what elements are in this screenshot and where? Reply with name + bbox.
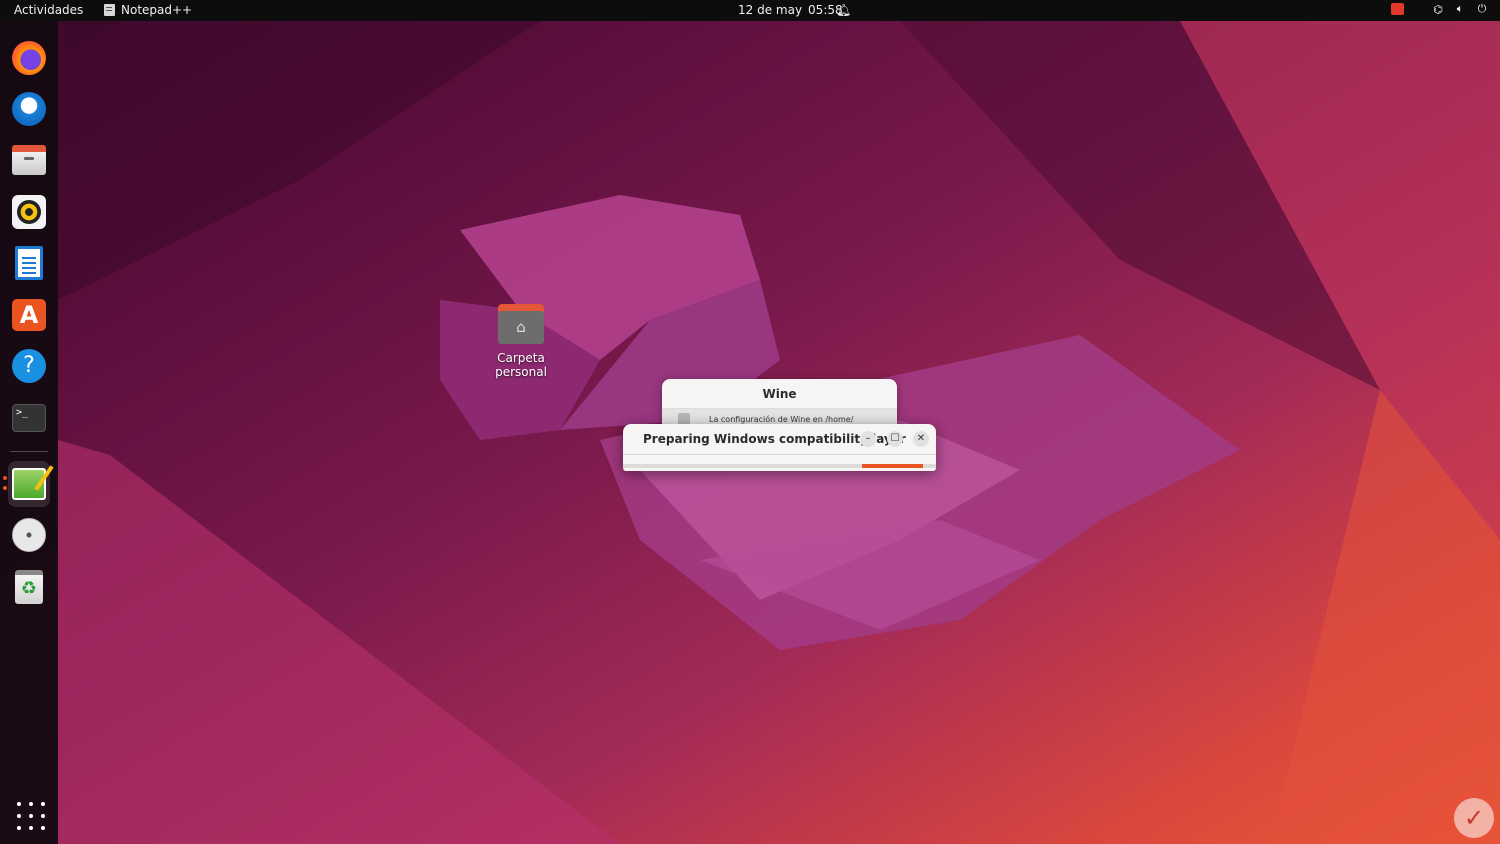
writer-icon [15,246,43,280]
close-button[interactable]: ✕ [913,431,929,447]
activities-button[interactable]: Actividades [14,3,83,17]
rhythmbox-icon [12,195,46,229]
progress-bar-fill [862,464,924,468]
dock: A ? >_ ♻ [0,21,58,844]
dock-item-trash[interactable]: ♻ [8,566,50,608]
progress-dialog-divider [623,454,936,455]
app-menu-label: Notepad++ [121,3,193,17]
dock-item-optical-disc[interactable] [8,514,50,556]
dock-item-software-store[interactable]: A [8,294,50,336]
home-folder-label: Carpeta personal [495,351,547,379]
software-store-icon: A [12,299,46,331]
notepad-plus-plus-icon [12,468,46,500]
home-folder-icon: ⌂ [498,304,544,344]
home-folder-desktop-icon[interactable]: ⌂ Carpeta personal [470,304,572,379]
show-applications-button[interactable] [8,793,50,835]
system-tray[interactable]: ⌬ 🔈︎ ⏻ [1391,2,1488,16]
dock-item-notepad-plus-plus[interactable] [8,461,50,507]
show-applications-icon [15,800,45,830]
clock-date: 12 de may [738,3,803,17]
notification-bell-icon[interactable]: 🔔︎ [836,3,851,17]
wine-dialog-message: La configuración de Wine en /home/ [709,415,854,424]
top-bar: Actividades Notepad++ 12 de may 05:58 🔔︎… [0,0,1500,21]
screen-recording-icon[interactable] [1391,3,1404,15]
volume-icon[interactable]: 🔈︎ [1454,2,1466,16]
dock-item-rhythmbox[interactable] [8,191,50,233]
thunderbird-icon [12,92,46,126]
watermark-logo: ✓ [1454,798,1494,838]
app-menu[interactable]: Notepad++ [104,3,192,17]
dock-separator [10,451,48,452]
files-icon [12,145,46,175]
dock-item-files[interactable] [8,139,50,181]
dock-item-terminal[interactable]: >_ [8,397,50,439]
clock[interactable]: 12 de may 05:58 [738,3,843,17]
firefox-icon [12,41,46,75]
power-icon[interactable]: ⏻ [1476,2,1488,16]
dock-item-writer[interactable] [8,242,50,284]
running-indicator [3,476,7,490]
progress-bar [623,464,936,468]
minimize-button[interactable]: – [860,431,876,447]
dock-item-firefox[interactable] [8,37,50,79]
terminal-icon: >_ [12,404,46,432]
notepad-app-icon [104,4,115,16]
dock-item-thunderbird[interactable] [8,88,50,130]
network-icon[interactable]: ⌬ [1432,3,1444,16]
progress-dialog-header[interactable]: Preparing Windows compatibility layer – … [623,424,936,454]
maximize-button[interactable]: ☐ [887,431,903,447]
wine-dialog-title: Wine [662,379,897,409]
progress-dialog[interactable]: Preparing Windows compatibility layer – … [623,424,936,471]
trash-icon: ♻ [15,570,43,604]
optical-disc-icon [12,518,46,552]
dock-item-help[interactable]: ? [8,345,50,387]
help-icon: ? [12,349,46,383]
